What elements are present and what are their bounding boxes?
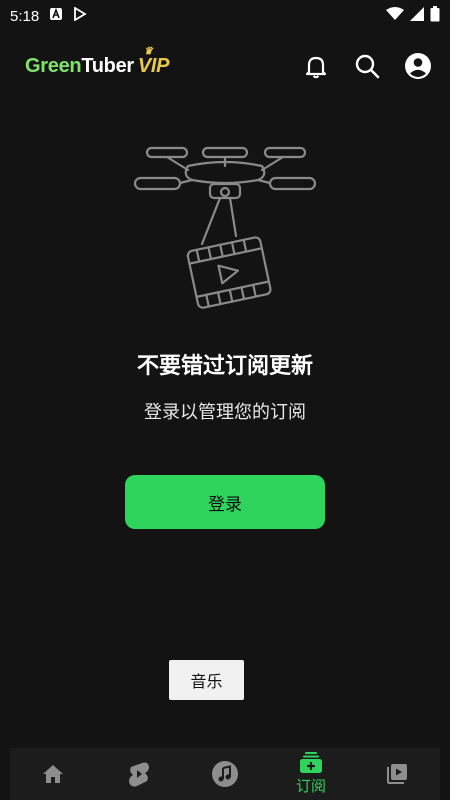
app-bar-actions [302,52,432,80]
app-notification-icon [49,7,63,25]
logo-text-tuber: Tuber [81,54,134,77]
status-time: 5:18 [10,7,40,25]
battery-icon [430,6,440,26]
nav-shorts[interactable] [96,748,182,800]
subscriptions-icon [300,752,322,773]
logo-vip-text: VIP [137,54,170,77]
nav-music[interactable] [182,748,268,800]
music-note-icon [212,761,238,787]
app-bar: Green Tuber ♛ VIP [0,40,450,92]
library-icon [387,764,407,784]
home-icon [43,765,63,783]
logo-vip: ♛ VIP [137,46,170,78]
empty-state-headline: 不要错过订阅更新 [136,354,313,379]
nav-subscriptions[interactable]: 订阅 [268,748,354,800]
account-circle-icon [405,53,431,79]
logo-text-green: Green [25,54,82,77]
play-store-icon [73,6,87,25]
nav-home[interactable] [10,748,96,800]
drone-video-illustration [133,146,317,309]
nav-library[interactable] [354,748,440,800]
app-logo[interactable]: Green Tuber ♛ VIP [25,46,170,78]
status-left: 5:18 [10,6,87,25]
search-icon [355,54,380,79]
status-bar: 5:18 [0,0,450,32]
signal-icon [410,7,424,25]
login-button[interactable]: 登录 [125,475,325,529]
bottom-nav: 订阅 [10,748,440,800]
empty-state-subline: 登录以管理您的订阅 [144,402,306,423]
search-button[interactable] [353,52,381,80]
notifications-button[interactable] [302,52,330,80]
account-button[interactable] [404,52,432,80]
nav-subscriptions-label: 订阅 [295,777,326,795]
shorts-icon [129,762,149,787]
crown-icon: ♛ [143,45,153,57]
wifi-icon [386,7,404,25]
status-right [386,6,440,26]
toast-message: 音乐 [169,660,244,700]
bell-icon [305,56,327,79]
